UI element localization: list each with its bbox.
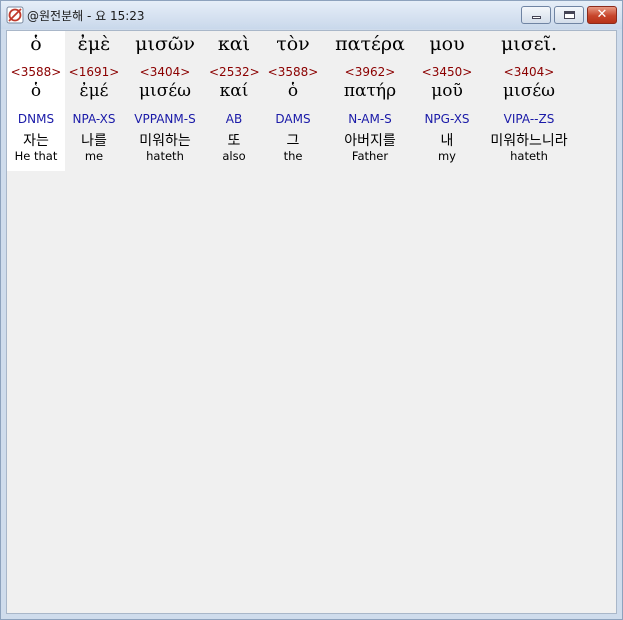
greek-word: ἐμὲ <box>77 33 111 55</box>
parsing-code[interactable]: VPPANM-S <box>125 112 205 126</box>
english-gloss: hateth <box>146 149 184 163</box>
greek-word: καὶ <box>217 33 251 55</box>
english-gloss: me <box>84 149 104 163</box>
strong-number[interactable]: <3404> <box>479 65 579 79</box>
greek-word: τὸν <box>276 33 310 55</box>
korean-gloss: 미워하는 <box>139 133 191 149</box>
korean-gloss: 그 <box>286 133 300 149</box>
greek-word: μου <box>429 33 465 55</box>
korean-gloss: 자는 <box>23 133 49 149</box>
greek-word: μισεῖ. <box>500 33 558 55</box>
english-gloss: my <box>437 149 456 163</box>
strong-number[interactable]: <3588> <box>265 65 321 79</box>
strong-number[interactable]: <2532> <box>209 65 260 79</box>
lemma: ἐμέ <box>79 81 109 101</box>
strong-number[interactable]: <3588> <box>7 65 65 79</box>
strong-number[interactable]: <1691> <box>65 65 123 79</box>
parsing-code[interactable]: NPG-XS <box>415 112 479 126</box>
korean-gloss: 또 <box>227 133 241 149</box>
lemma: μισέω <box>503 81 555 101</box>
english-gloss: also <box>222 149 246 163</box>
lemma: ὁ <box>30 81 42 101</box>
korean-gloss: 아버지를 <box>344 133 396 149</box>
english-gloss: Father <box>351 149 389 163</box>
close-icon: ✕ <box>596 7 608 22</box>
strong-number[interactable]: <3962> <box>325 65 415 79</box>
close-button[interactable]: ✕ <box>587 6 617 24</box>
lemma: μοῦ <box>431 81 463 101</box>
minimize-button[interactable] <box>521 6 551 24</box>
english-gloss: hateth <box>510 149 548 163</box>
app-icon[interactable] <box>6 6 24 24</box>
english-gloss: the <box>283 149 303 163</box>
strong-number[interactable]: <3404> <box>125 65 205 79</box>
lemma: μισέω <box>139 81 191 101</box>
greek-word: ὁ <box>30 33 42 55</box>
interlinear-panel[interactable]: ὁ <3588> ὁ DNMS 자는 He that ἐμὲ <1691> ἐμ… <box>6 30 617 614</box>
greek-word: μισῶν <box>135 33 195 55</box>
app-window: @원전분해 - 요 15:23 ✕ ὁ <3588> ὁ DNMS 자는 He … <box>0 0 623 620</box>
parsing-code[interactable]: N-AM-S <box>325 112 415 126</box>
strong-number[interactable]: <3450> <box>415 65 479 79</box>
greek-word: πατέρα <box>335 33 405 55</box>
title-bar[interactable]: @원전분해 - 요 15:23 ✕ <box>1 1 622 29</box>
parsing-code[interactable]: NPA-XS <box>65 112 123 126</box>
lemma: πατήρ <box>343 81 397 101</box>
window-title: @원전분해 - 요 15:23 <box>27 9 145 23</box>
maximize-icon <box>564 11 575 19</box>
lemma: καί <box>219 81 249 101</box>
parsing-code[interactable]: DNMS <box>7 112 65 126</box>
parsing-code[interactable]: AB <box>209 112 259 126</box>
english-gloss: He that <box>14 149 58 163</box>
korean-gloss: 미워하느니라 <box>490 133 568 149</box>
lemma: ὁ <box>287 81 299 101</box>
korean-gloss: 나를 <box>81 133 107 149</box>
parsing-code[interactable]: VIPA--ZS <box>479 112 579 126</box>
parsing-code[interactable]: DAMS <box>265 112 321 126</box>
korean-gloss: 내 <box>440 133 454 149</box>
minimize-icon <box>532 16 541 19</box>
maximize-button[interactable] <box>554 6 584 24</box>
